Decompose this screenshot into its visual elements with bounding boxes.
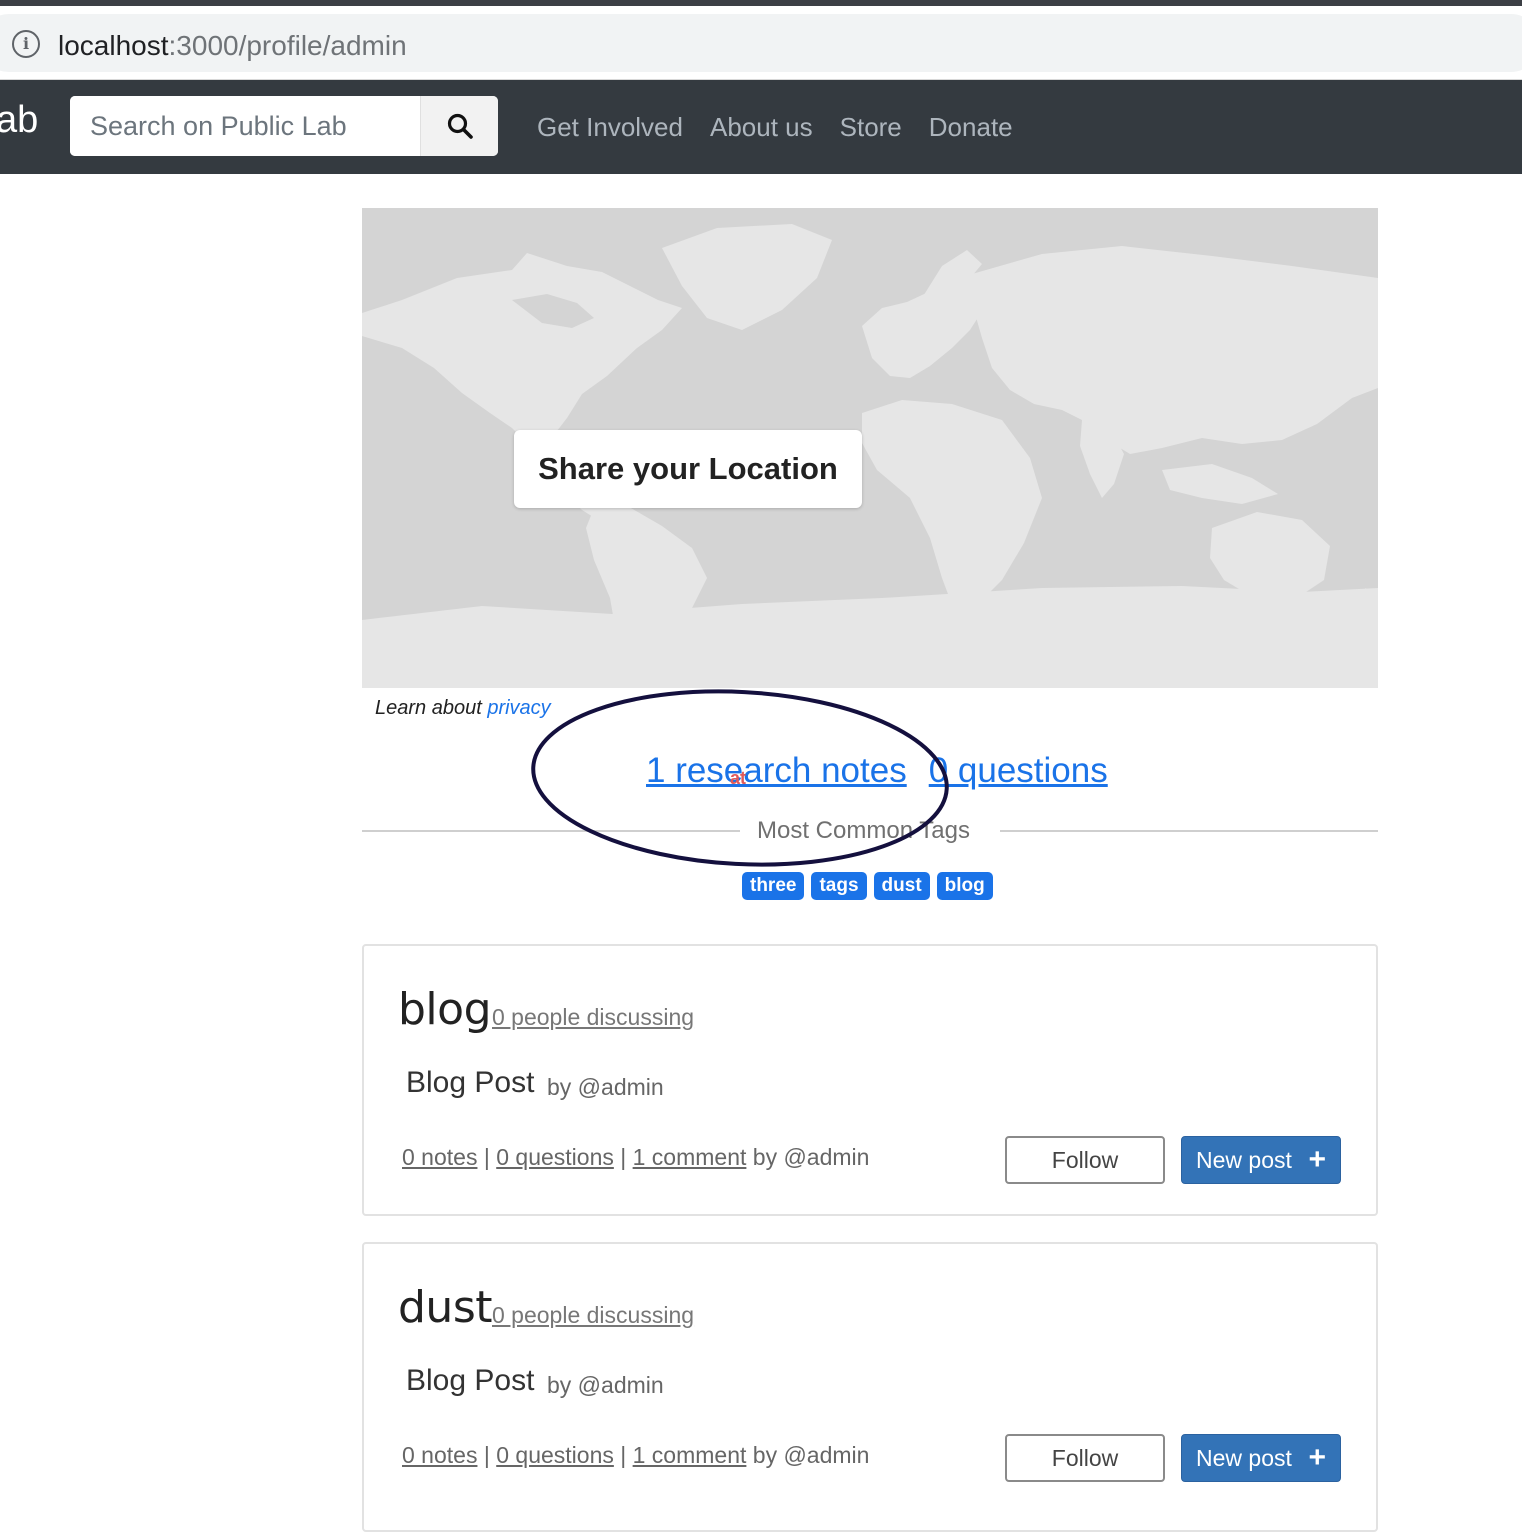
new-post-label: New post [1196, 1445, 1292, 1471]
nav-donate[interactable]: Donate [929, 112, 1013, 142]
nav-get-involved[interactable]: Get Involved [537, 112, 683, 142]
tags-section-title: Most Common Tags [757, 817, 970, 844]
people-discussing-link[interactable]: 0 people discussing [492, 1302, 694, 1329]
research-notes-link[interactable]: 1 research notes [646, 751, 907, 790]
location-map[interactable]: Share your Location [362, 208, 1378, 688]
privacy-note: Learn about privacy [375, 697, 551, 720]
search-input[interactable] [70, 96, 420, 156]
comment-author: by @admin [752, 1144, 870, 1170]
questions-count-link[interactable]: 0 questions [496, 1144, 614, 1170]
url-text[interactable]: localhost:3000/profile/admin [58, 28, 407, 64]
questions-count-link[interactable]: 0 questions [496, 1442, 614, 1468]
plus-icon: + [1308, 1143, 1326, 1176]
search-button[interactable] [420, 96, 498, 156]
search-form [70, 96, 498, 156]
plus-icon: + [1308, 1441, 1326, 1474]
divider-line-right [1000, 830, 1378, 832]
card-title[interactable]: dust [398, 1282, 493, 1333]
tag-card-blog: blog 0 people discussing Blog Post by @a… [362, 944, 1378, 1216]
profile-counts: 1 research notes 0 questions [646, 750, 1108, 792]
notes-count-link[interactable]: 0 notes [402, 1144, 477, 1170]
post-title[interactable]: Blog Post [406, 1066, 534, 1100]
post-title[interactable]: Blog Post [406, 1364, 534, 1398]
search-icon [447, 113, 473, 139]
new-post-label: New post [1196, 1147, 1292, 1173]
brand-logo-text[interactable]: ab [0, 96, 38, 144]
tag-blog[interactable]: blog [936, 872, 993, 900]
post-author: by @admin [547, 1372, 664, 1398]
tag-list: three tags dust blog [742, 872, 993, 900]
questions-link[interactable]: 0 questions [929, 751, 1108, 790]
divider-line-left [362, 830, 740, 832]
follow-button[interactable]: Follow [1005, 1136, 1165, 1184]
new-post-button[interactable]: New post + [1181, 1434, 1341, 1482]
comment-count-link[interactable]: 1 comment [633, 1442, 747, 1468]
comment-author: by @admin [752, 1442, 870, 1468]
notes-count-link[interactable]: 0 notes [402, 1442, 477, 1468]
card-stats: 0 notes | 0 questions | 1 comment by @ad… [402, 1442, 870, 1468]
annotation-marker: at [730, 768, 747, 788]
share-location-button[interactable]: Share your Location [514, 430, 862, 508]
url-host: localhost [58, 30, 169, 61]
new-post-button[interactable]: New post + [1181, 1136, 1341, 1184]
nav-store[interactable]: Store [840, 112, 902, 142]
card-stats: 0 notes | 0 questions | 1 comment by @ad… [402, 1144, 870, 1170]
privacy-link[interactable]: privacy [487, 697, 550, 719]
tag-dust[interactable]: dust [873, 872, 930, 900]
nav-links: Get Involved About us Store Donate [537, 112, 1013, 142]
address-bar: i localhost:3000/profile/admin [0, 6, 1522, 80]
site-navbar: ab Get Involved About us Store Donate [0, 80, 1522, 174]
comment-count-link[interactable]: 1 comment [633, 1144, 747, 1170]
tag-tags[interactable]: tags [811, 872, 867, 900]
post-author: by @admin [547, 1074, 664, 1100]
follow-button[interactable]: Follow [1005, 1434, 1165, 1482]
info-icon[interactable]: i [12, 30, 40, 58]
tag-card-dust: dust 0 people discussing Blog Post by @a… [362, 1242, 1378, 1532]
url-path: :3000/profile/admin [168, 30, 407, 61]
privacy-prefix: Learn about [375, 697, 482, 719]
tag-three[interactable]: three [742, 872, 805, 900]
nav-about-us[interactable]: About us [710, 112, 813, 142]
people-discussing-link[interactable]: 0 people discussing [492, 1004, 694, 1031]
card-title[interactable]: blog [398, 984, 492, 1035]
